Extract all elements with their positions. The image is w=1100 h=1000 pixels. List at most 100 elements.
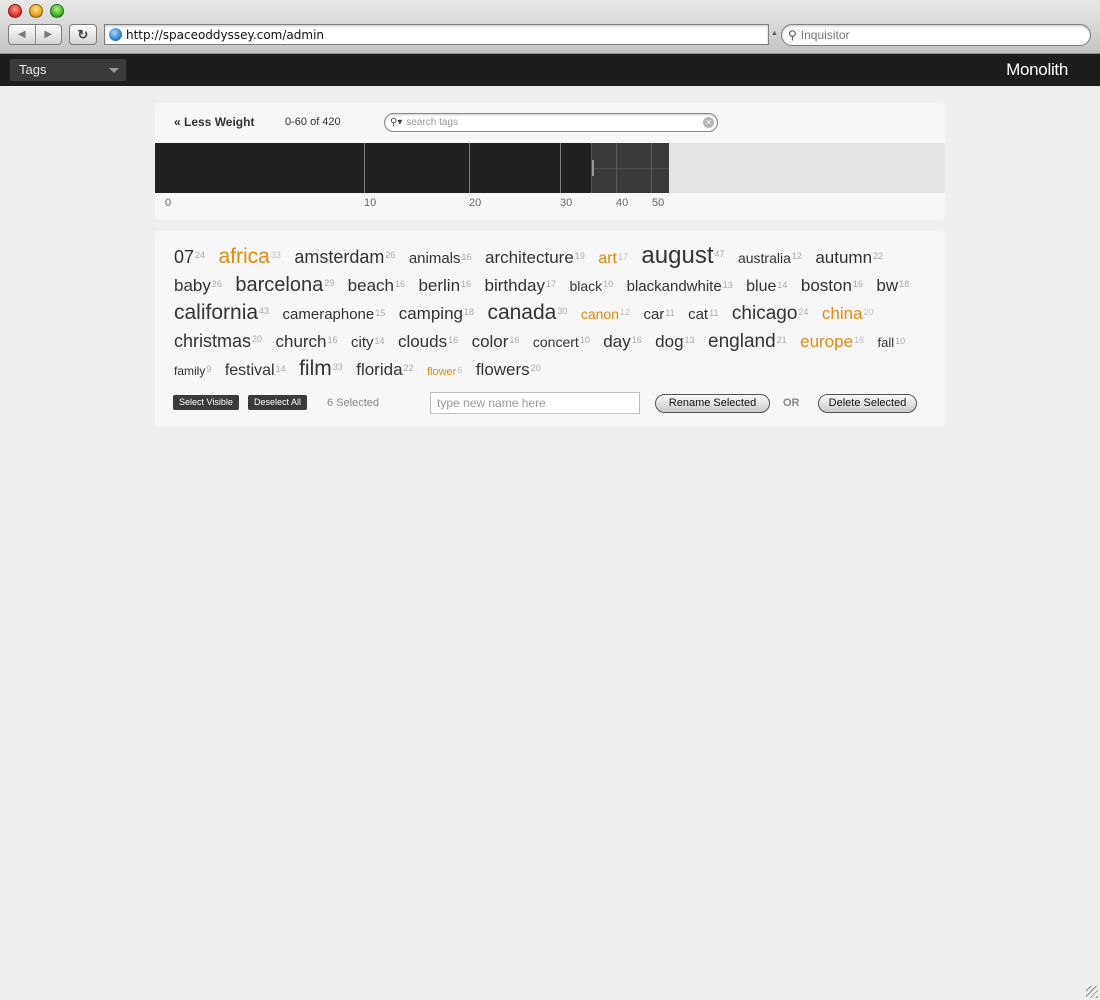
tag-item[interactable]: australia12: [738, 245, 802, 271]
tag-count: 10: [579, 335, 590, 345]
tag-item[interactable]: blackandwhite13: [627, 274, 733, 300]
tag-item[interactable]: color16: [472, 329, 520, 355]
rename-input[interactable]: type new name here: [430, 392, 640, 414]
tag-item[interactable]: cameraphone15: [283, 302, 386, 328]
tick-label: 20: [469, 197, 482, 209]
tag-item[interactable]: camping18: [399, 301, 474, 327]
tag-item[interactable]: black10: [569, 273, 613, 299]
tag-item[interactable]: concert10: [533, 329, 590, 355]
tag-name: beach: [347, 276, 394, 295]
tag-item[interactable]: flowers20: [476, 357, 541, 383]
tag-count: 17: [546, 279, 557, 289]
section-select[interactable]: Tags: [10, 59, 126, 81]
tag-item[interactable]: england21: [708, 329, 787, 355]
tag-item[interactable]: beach16: [348, 273, 405, 299]
tag-item[interactable]: day16: [603, 329, 641, 355]
tag-search-input[interactable]: ⚲▾ search tags ✕: [384, 113, 718, 132]
tag-item[interactable]: art17: [598, 246, 628, 272]
tag-name: car: [643, 306, 665, 323]
histogram-tick: [616, 143, 617, 193]
tag-item[interactable]: august47: [641, 243, 724, 269]
tag-name: august: [641, 242, 714, 269]
tag-item[interactable]: canada30: [487, 300, 567, 326]
tag-name: berlin: [418, 276, 461, 295]
tag-item[interactable]: car11: [643, 302, 674, 328]
tag-name: black: [569, 278, 603, 294]
tag-name: boston: [800, 276, 852, 295]
tag-name: california: [174, 301, 259, 324]
tag-item[interactable]: fall10: [878, 330, 906, 356]
url-text: http://spaceoddyssey.com/admin: [126, 27, 325, 42]
tag-name: concert: [532, 334, 579, 350]
range-drag-handle[interactable]: [592, 160, 594, 176]
deselect-all-button[interactable]: Deselect All: [248, 395, 308, 410]
tag-item[interactable]: flower6: [427, 359, 462, 385]
minimize-window-button[interactable]: [29, 4, 43, 18]
clear-search-icon[interactable]: ✕: [703, 117, 714, 128]
reload-icon[interactable]: ↻: [69, 24, 97, 45]
tag-item[interactable]: autumn22: [815, 245, 883, 271]
tag-item[interactable]: barcelona29: [235, 272, 334, 298]
tag-name: clouds: [397, 332, 448, 351]
tag-count: 14: [777, 280, 788, 290]
tag-count: 13: [684, 335, 695, 345]
tag-item[interactable]: baby26: [174, 273, 222, 299]
tag-name: festival: [224, 362, 275, 379]
tag-name: europe: [800, 332, 854, 351]
browser-search-placeholder: Inquisitor: [800, 28, 850, 42]
tag-count: 18: [899, 279, 910, 289]
weight-histogram[interactable]: [155, 143, 945, 193]
tag-item[interactable]: berlin16: [418, 273, 471, 299]
browser-search-field[interactable]: ⚲ Inquisitor: [781, 24, 1091, 46]
tag-count: 22: [873, 251, 884, 261]
tag-count: 33: [270, 250, 281, 260]
tag-item[interactable]: europe18: [800, 329, 864, 355]
select-visible-button[interactable]: Select Visible: [173, 395, 239, 410]
tag-count: 10: [603, 279, 614, 289]
less-weight-link[interactable]: « Less Weight: [174, 115, 254, 129]
back-arrow-icon[interactable]: ◀: [9, 25, 35, 44]
tag-name: family: [174, 364, 206, 378]
tag-count: 6: [457, 365, 463, 375]
tag-count: 26: [385, 250, 396, 260]
tick-label: 50: [652, 197, 665, 209]
url-bar[interactable]: http://spaceoddyssey.com/admin: [104, 24, 769, 45]
tag-name: florida: [356, 360, 403, 379]
tag-item[interactable]: family9: [174, 358, 211, 384]
forward-arrow-icon[interactable]: ▶: [34, 25, 62, 44]
window-resize-grip[interactable]: [1086, 986, 1098, 998]
tag-item[interactable]: blue14: [746, 274, 787, 300]
tag-item[interactable]: florida22: [356, 357, 413, 383]
tag-item[interactable]: animals16: [409, 246, 472, 272]
urlbar-resize-icon[interactable]: ▲: [771, 30, 778, 37]
close-window-button[interactable]: [8, 4, 22, 18]
delete-selected-button[interactable]: Delete Selected: [818, 394, 917, 413]
tag-item[interactable]: cat11: [688, 302, 718, 328]
tag-item[interactable]: film33: [299, 356, 343, 382]
tag-item[interactable]: bw18: [876, 273, 909, 299]
histogram-tick: [560, 143, 561, 193]
tag-item[interactable]: africa33: [219, 244, 281, 270]
tag-item[interactable]: christmas20: [174, 328, 262, 354]
tag-item[interactable]: china20: [822, 301, 874, 327]
tag-item[interactable]: city14: [351, 330, 385, 356]
tag-item[interactable]: dog13: [655, 329, 694, 355]
brand-logo: Monolith: [1006, 60, 1068, 79]
tag-item[interactable]: chicago24: [732, 301, 809, 327]
tag-item[interactable]: 0724: [174, 244, 205, 270]
range-indicator: 0-60 of 420: [285, 116, 341, 128]
tag-item[interactable]: clouds16: [398, 329, 458, 355]
tag-item[interactable]: canon12: [581, 301, 630, 327]
tag-item[interactable]: california43: [174, 300, 269, 326]
tag-item[interactable]: birthday17: [485, 273, 557, 299]
rename-selected-button[interactable]: Rename Selected: [655, 394, 770, 413]
tag-name: amsterdam: [294, 247, 385, 267]
tag-item[interactable]: architecture19: [485, 245, 585, 271]
tag-item[interactable]: boston16: [801, 273, 863, 299]
tag-item[interactable]: amsterdam26: [294, 244, 395, 270]
tag-name: autumn: [815, 248, 873, 267]
tag-item[interactable]: church16: [275, 329, 337, 355]
zoom-window-button[interactable]: [50, 4, 64, 18]
tag-item[interactable]: festival14: [225, 358, 286, 384]
tag-name: bw: [876, 276, 899, 295]
